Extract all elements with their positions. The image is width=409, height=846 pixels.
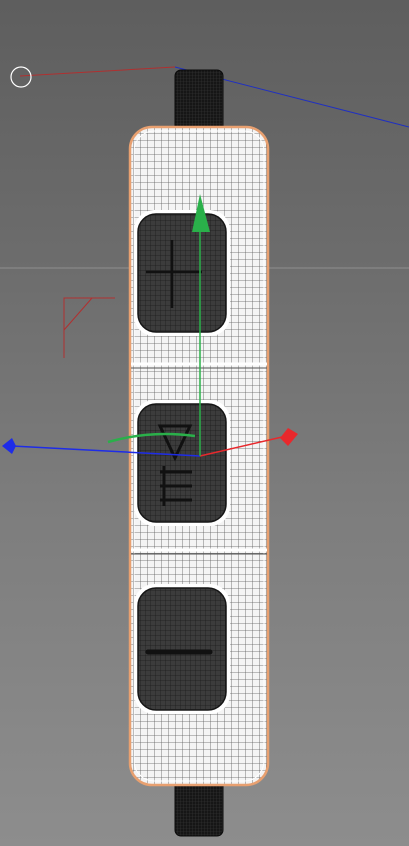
cable-bottom[interactable] (174, 777, 224, 837)
gizmo-z-handle[interactable] (2, 438, 16, 454)
gizmo-x-handle[interactable] (280, 428, 298, 446)
3d-viewport[interactable] (0, 0, 409, 846)
play-pause-button[interactable] (134, 400, 230, 526)
cable-top[interactable] (174, 69, 224, 133)
bounding-marker-icon (63, 297, 115, 358)
world-x-axis-line (19, 66, 176, 77)
viewport-canvas[interactable] (0, 0, 409, 846)
volume-up-button[interactable] (134, 210, 230, 336)
light-object-icon[interactable] (10, 66, 32, 88)
volume-down-button[interactable] (134, 584, 230, 714)
